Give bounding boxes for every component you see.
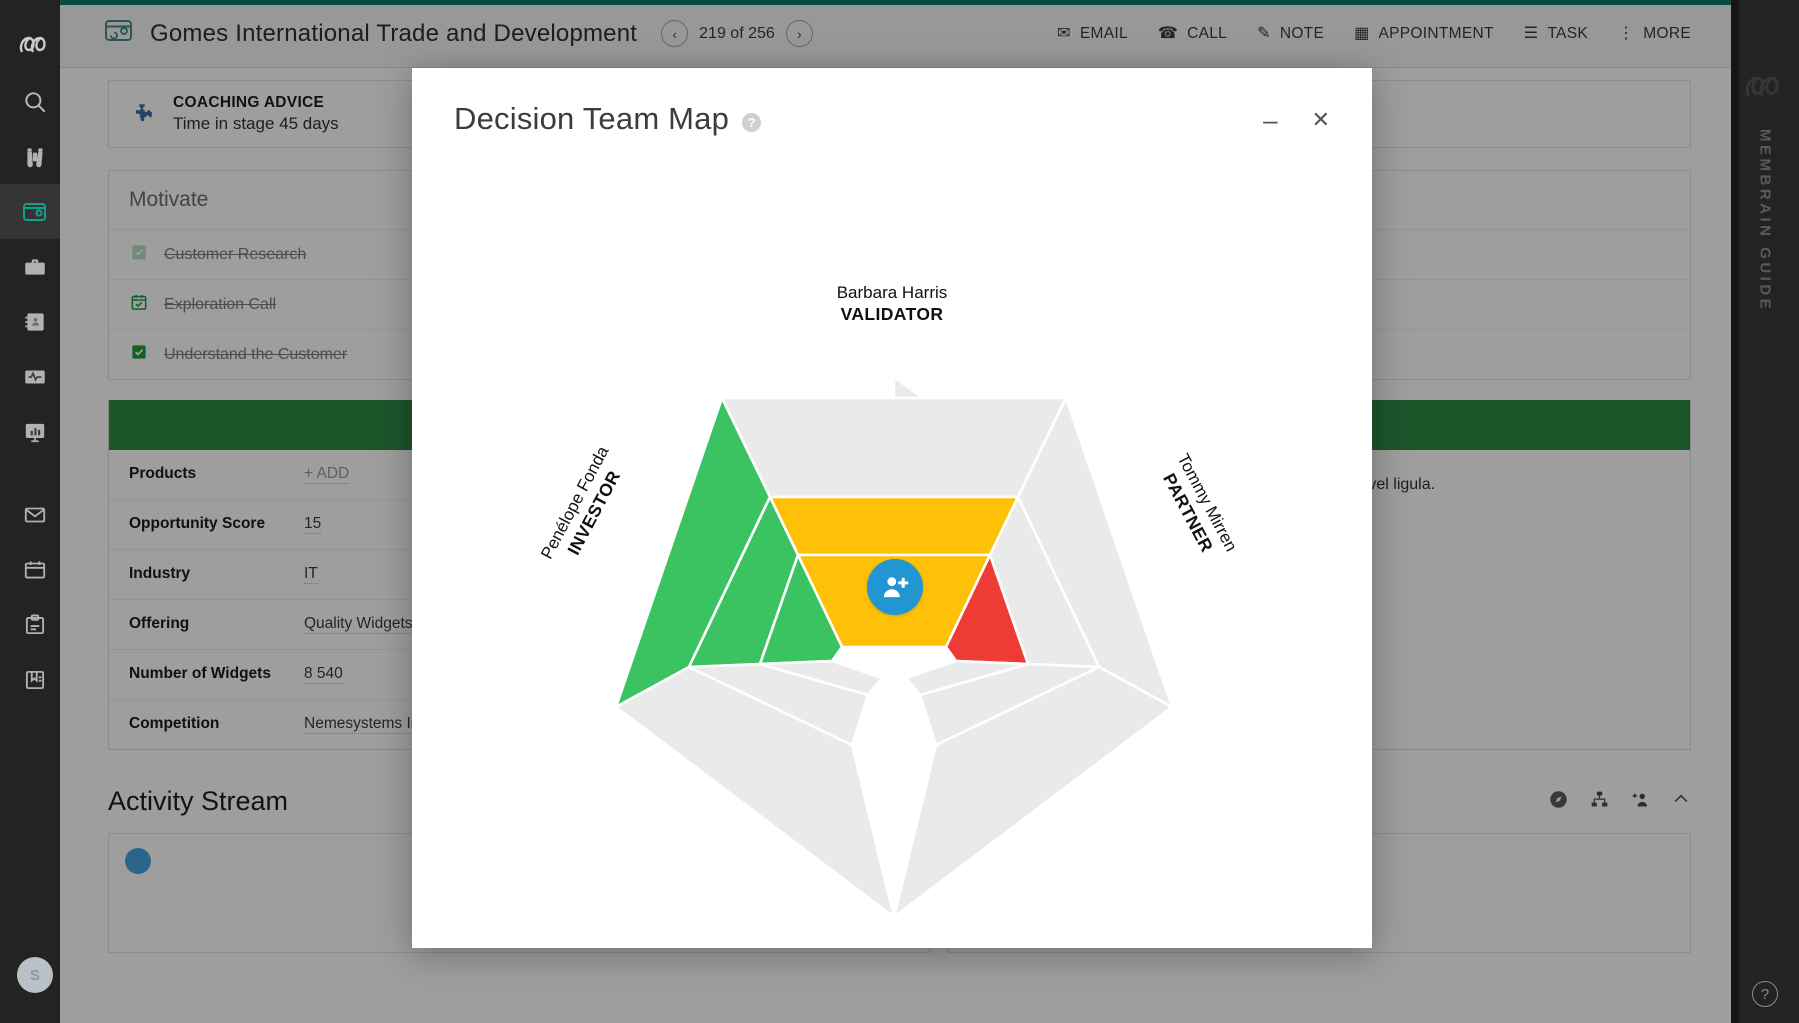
coaching-title: COACHING ADVICE — [173, 94, 325, 111]
quick-actions: ✉ EMAIL ☎ CALL ✎ NOTE ▦ APPOINTMENT ☰ TASK ⋮ M… — [1057, 25, 1691, 43]
ring-outer-validator[interactable] — [720, 396, 1068, 499]
field-value[interactable]: IT — [304, 565, 318, 584]
action-label: TASK — [1547, 24, 1588, 42]
envelope-icon — [24, 507, 46, 522]
opportunity-title: Gomes International Trade and Developmen… — [150, 19, 638, 47]
wallet-icon — [23, 202, 46, 221]
minimize-icon[interactable]: – — [1263, 107, 1277, 133]
field-value[interactable]: 8 540 — [304, 665, 343, 684]
clipboard-check-icon — [129, 242, 149, 267]
add-team-member-button[interactable] — [867, 559, 923, 615]
note-pencil-icon: ✎ — [1257, 24, 1271, 42]
field-value[interactable]: + ADD — [304, 465, 350, 484]
clipboard-icon — [25, 614, 45, 634]
search-icon — [25, 91, 46, 112]
field-label: Products — [129, 465, 197, 482]
decision-team-map-dialog: Decision Team Map ? – ✕ Barbara Harris V… — [412, 68, 1372, 948]
action-more-button[interactable]: ⋮ MORE — [1618, 25, 1691, 43]
pentagon-radar-svg[interactable] — [412, 147, 1372, 927]
briefcase-icon — [25, 258, 45, 275]
pentagon-sectors — [614, 396, 1174, 919]
kebab-menu-icon: ⋮ — [1617, 24, 1635, 42]
clipboard-icon: ☰ — [1523, 24, 1539, 42]
close-icon[interactable]: ✕ — [1312, 109, 1330, 131]
action-appointment-button[interactable]: ▦ APPOINTMENT — [1354, 25, 1494, 43]
task-label: Exploration Call — [164, 295, 277, 313]
binoculars-icon — [27, 147, 43, 167]
wallet-icon — [102, 16, 136, 51]
help-icon[interactable]: ? — [742, 112, 762, 132]
right-guide-rail: MEMBRAIN GUIDE ? — [1731, 0, 1799, 1023]
pulse-icon — [25, 370, 45, 383]
user-avatar[interactable]: S — [17, 957, 53, 993]
action-email-button[interactable]: ✉ EMAIL — [1057, 25, 1128, 43]
top-toolbar: Gomes International Trade and Developmen… — [60, 0, 1739, 68]
brand-accent-bar — [60, 0, 1739, 5]
compass-icon[interactable] — [1548, 789, 1569, 815]
field-label: Offering — [129, 615, 190, 632]
task-label: Understand the Customer — [164, 345, 348, 363]
dialog-controls: – ✕ — [1263, 107, 1330, 133]
field-label: Industry — [129, 565, 191, 582]
action-label: MORE — [1643, 24, 1691, 42]
action-label: APPOINTMENT — [1378, 24, 1494, 42]
envelope-icon: ✉ — [1057, 24, 1071, 42]
decision-team-map-chart: Barbara Harris VALIDATOR Penélope Fonda … — [412, 137, 1372, 927]
activity-stream-title: Activity Stream — [108, 786, 289, 816]
calendar-check-icon — [129, 292, 149, 317]
add-person-icon — [883, 577, 909, 598]
dialog-title: Decision Team Map — [454, 101, 730, 136]
contact-card-icon — [25, 312, 44, 331]
pager-label: 219 of 256 — [699, 24, 775, 42]
pager-next-button[interactable]: › — [785, 20, 813, 47]
calendar-icon — [24, 560, 46, 579]
action-label: EMAIL — [1079, 24, 1128, 42]
calendar-icon: ▦ — [1354, 24, 1370, 42]
field-label: Competition — [129, 715, 220, 732]
puzzle-piece-icon — [129, 101, 155, 127]
membrain-logo — [1742, 68, 1788, 111]
pager-prev-button[interactable]: ‹ — [661, 20, 689, 47]
field-value[interactable]: Quality Widgets — [304, 615, 413, 634]
phone-icon: ☎ — [1157, 24, 1179, 42]
org-chart-icon[interactable] — [1589, 789, 1610, 815]
dialog-header: Decision Team Map ? – ✕ — [412, 68, 1372, 137]
action-call-button[interactable]: ☎ CALL — [1158, 25, 1227, 43]
chevron-up-icon[interactable] — [1671, 789, 1691, 814]
company-contacts-actions — [1548, 789, 1691, 815]
check-square-icon — [129, 342, 149, 367]
action-label: CALL — [1187, 24, 1228, 42]
field-label: Number of Widgets — [129, 665, 271, 682]
sector-lower-left[interactable] — [614, 659, 896, 919]
avatar — [125, 848, 151, 874]
field-value[interactable]: 15 — [304, 515, 322, 534]
action-note-button[interactable]: ✎ NOTE — [1257, 25, 1324, 43]
field-label: Opportunity Score — [129, 515, 266, 532]
help-icon[interactable]: ? — [1752, 981, 1778, 1007]
add-person-icon[interactable] — [1630, 789, 1651, 815]
bar-chart-monitor-icon — [25, 423, 45, 442]
action-label: NOTE — [1279, 24, 1325, 42]
record-pager: ‹ 219 of 256 › — [661, 20, 813, 47]
coaching-subtitle: Time in stage 45 days — [173, 114, 339, 133]
membrain-guide-label[interactable]: MEMBRAIN GUIDE — [1757, 129, 1774, 312]
bookmark-page-icon — [25, 670, 45, 689]
task-label: Customer Research — [164, 245, 307, 263]
sector-lower-right[interactable] — [892, 659, 1174, 919]
ring-middle-validator[interactable] — [768, 495, 1020, 557]
action-task-button[interactable]: ☰ TASK — [1524, 25, 1588, 43]
